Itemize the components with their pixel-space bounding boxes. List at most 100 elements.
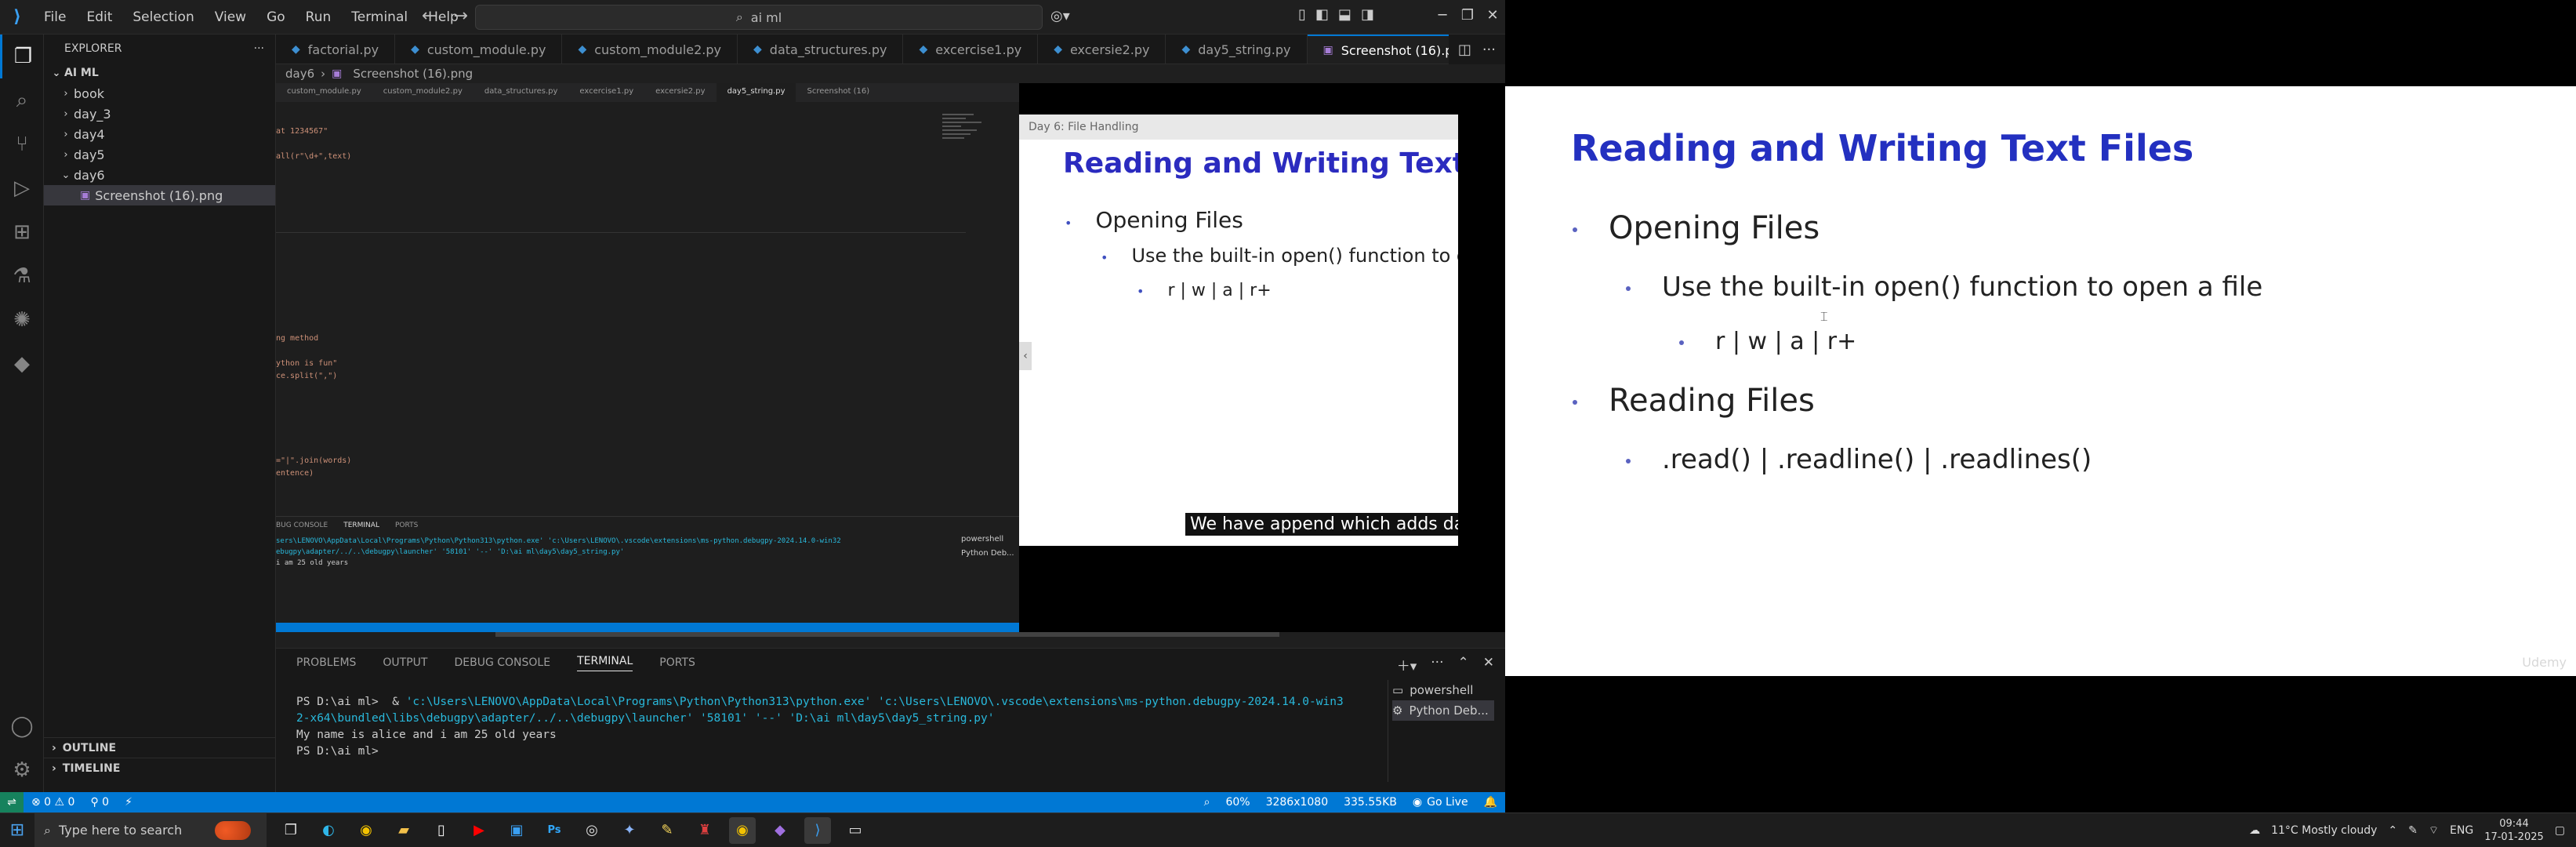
toggle-primary-sidebar-icon[interactable]: ◧ xyxy=(1315,6,1329,23)
more-actions-icon[interactable]: ··· xyxy=(1482,42,1496,58)
weather-icon[interactable]: ☁ xyxy=(2249,824,2260,837)
forward-arrow-icon[interactable]: → xyxy=(453,6,467,26)
tab-ports[interactable]: PORTS xyxy=(659,656,695,669)
tab-problems[interactable]: PROBLEMS xyxy=(296,656,356,669)
ports-status[interactable]: ⚲ 0 xyxy=(82,796,117,809)
menu-view[interactable]: View xyxy=(205,5,256,30)
zoom-icon[interactable]: ⌕ xyxy=(1196,796,1218,809)
chrome-active-icon[interactable]: ◉ xyxy=(729,816,756,844)
visual-studio-icon[interactable]: ◆ xyxy=(767,817,793,844)
tab-label: factorial.py xyxy=(307,42,379,57)
taskbar-search[interactable]: ⌕ Type here to search xyxy=(34,812,267,847)
task-view-icon[interactable]: ❐ xyxy=(278,817,304,844)
terminal-taskbar-icon[interactable]: ▭ xyxy=(842,817,869,844)
notification-center-icon[interactable]: ▢ xyxy=(2555,824,2565,837)
notes-icon[interactable]: ▯ xyxy=(428,817,455,844)
folder-book[interactable]: › book xyxy=(44,83,275,104)
copilot-chat-icon[interactable]: ✺ xyxy=(0,298,44,342)
remote-icon[interactable]: ⇌ xyxy=(0,792,24,812)
pen-icon[interactable]: ✎ xyxy=(2408,824,2418,837)
bullet-dot-icon: • xyxy=(1065,216,1072,231)
tab-output[interactable]: OUTPUT xyxy=(383,656,427,669)
copilot-icon[interactable]: ◎▾ xyxy=(1050,8,1070,24)
wifi-icon[interactable]: ⌔ xyxy=(2429,823,2439,838)
clock[interactable]: 09:44 17-01-2025 xyxy=(2484,817,2544,844)
maximize-panel-icon[interactable]: ⌃ xyxy=(1458,655,1469,674)
language-indicator[interactable]: ENG xyxy=(2450,824,2473,837)
restore-icon[interactable]: ❐ xyxy=(1455,0,1480,35)
manage-gear-icon[interactable]: ⚙ xyxy=(0,748,44,792)
folder-day_3[interactable]: › day_3 xyxy=(44,104,275,124)
more-actions-icon[interactable]: ··· xyxy=(254,42,264,55)
horizontal-scrollbar[interactable] xyxy=(276,632,1505,637)
problems-status[interactable]: ⊗ 0 ⚠ 0 xyxy=(24,796,82,809)
outline-section[interactable]: › OUTLINE xyxy=(44,737,276,758)
tab-factorial[interactable]: ◆ factorial.py xyxy=(276,35,396,64)
new-terminal-icon[interactable]: ＋▾ xyxy=(1397,655,1417,674)
menu-edit[interactable]: Edit xyxy=(77,5,122,30)
timeline-section[interactable]: › TIMELINE xyxy=(44,758,276,778)
minimize-icon[interactable]: ─ xyxy=(1430,0,1455,35)
workspace-root[interactable]: ⌄ AI ML xyxy=(44,63,275,83)
tray-overflow-icon[interactable]: ⌃ xyxy=(2388,824,2397,837)
explorer-icon[interactable]: ❐ xyxy=(0,35,44,78)
toggle-secondary-sidebar-icon[interactable]: ◨ xyxy=(1361,6,1374,23)
app-icon[interactable]: ✦ xyxy=(616,817,643,844)
more-actions-icon[interactable]: ··· xyxy=(1431,655,1443,674)
testing-icon[interactable]: ⚗ xyxy=(0,254,44,298)
menu-run[interactable]: Run xyxy=(296,5,341,30)
back-arrow-icon[interactable]: ← xyxy=(422,6,436,26)
folder-day5[interactable]: › day5 xyxy=(44,144,275,165)
breadcrumb-folder[interactable]: day6 xyxy=(285,67,314,81)
tab-day5-string[interactable]: ◆ day5_string.py xyxy=(1166,35,1308,64)
tab-data-structures[interactable]: ◆ data_structures.py xyxy=(738,35,904,64)
nested-term-line: i am 25 old years xyxy=(276,559,349,567)
extensions-icon[interactable]: ⊞ xyxy=(0,210,44,254)
github-icon[interactable]: ◎ xyxy=(579,817,605,844)
zoom-level[interactable]: 60% xyxy=(1217,796,1257,809)
game-icon[interactable]: ♜ xyxy=(691,817,718,844)
windows-start-icon[interactable]: ⊞ xyxy=(0,813,34,847)
close-icon[interactable]: ✕ xyxy=(1480,0,1505,35)
terminal-entry-powershell[interactable]: ▭ powershell xyxy=(1392,680,1494,700)
youtube-icon[interactable]: ▶ xyxy=(466,817,492,844)
toggle-panel-icon[interactable]: ⬓ xyxy=(1338,6,1351,23)
terminal-output[interactable]: PS D:\ai ml> & 'c:\Users\LENOVO\AppData\… xyxy=(296,694,1370,760)
menu-terminal[interactable]: Terminal xyxy=(342,5,417,30)
file-explorer-icon[interactable]: ▰ xyxy=(390,817,417,844)
toggle-sidebar-icon[interactable]: ▯ xyxy=(1298,6,1306,23)
sticky-notes-icon[interactable]: ✎ xyxy=(654,817,680,844)
weather-text[interactable]: 11°C Mostly cloudy xyxy=(2271,824,2377,837)
python-icon[interactable]: ◆ xyxy=(0,342,44,386)
folder-day6[interactable]: ⌄ day6 xyxy=(44,165,275,185)
search-view-icon[interactable]: ⌕ xyxy=(0,78,44,122)
tab-custom-module[interactable]: ◆ custom_module.py xyxy=(395,35,563,64)
store-icon[interactable]: ▣ xyxy=(503,817,530,844)
menu-selection[interactable]: Selection xyxy=(123,5,203,30)
edge-icon[interactable]: ◐ xyxy=(315,817,342,844)
chrome-icon[interactable]: ◉ xyxy=(353,817,379,844)
tab-excercise1[interactable]: ◆ excercise1.py xyxy=(903,35,1039,64)
menu-go[interactable]: Go xyxy=(257,5,295,30)
go-live-button[interactable]: ◉ Go Live xyxy=(1405,796,1476,809)
tab-terminal[interactable]: TERMINAL xyxy=(577,655,633,671)
folder-day4[interactable]: › day4 xyxy=(44,124,275,144)
tab-custom-module2[interactable]: ◆ custom_module2.py xyxy=(562,35,738,64)
breadcrumb-file[interactable]: Screenshot (16).png xyxy=(353,67,473,81)
command-center-search[interactable]: ⌕ ai ml xyxy=(475,5,1043,30)
tab-debug-console[interactable]: DEBUG CONSOLE xyxy=(454,656,550,669)
vscode-taskbar-icon[interactable]: ⟩ xyxy=(804,816,831,844)
accounts-icon[interactable]: ◯ xyxy=(0,704,44,748)
close-panel-icon[interactable]: ✕ xyxy=(1483,655,1494,674)
live-share-icon[interactable]: ⚡ xyxy=(117,796,140,809)
split-editor-icon[interactable]: ◫ xyxy=(1458,42,1471,58)
terminal-entry-python-debug[interactable]: ⚙ Python Deb... xyxy=(1392,700,1494,721)
scrollbar-thumb[interactable] xyxy=(495,632,1279,637)
menu-file[interactable]: File xyxy=(34,5,75,30)
run-debug-icon[interactable]: ▷ xyxy=(0,166,44,210)
notifications-bell-icon[interactable]: 🔔 xyxy=(1476,796,1505,809)
source-control-icon[interactable]: ⑂ xyxy=(0,122,44,166)
tab-excersie2[interactable]: ◆ excersie2.py xyxy=(1038,35,1166,64)
photoshop-icon[interactable]: Ps xyxy=(541,817,568,844)
file-screenshot[interactable]: ▣ Screenshot (16).png xyxy=(44,185,275,205)
